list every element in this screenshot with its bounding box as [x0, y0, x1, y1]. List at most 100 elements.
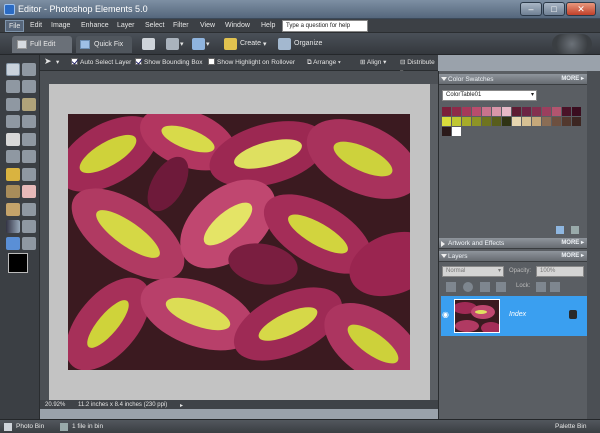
menu-layer[interactable]: Layer — [114, 20, 138, 32]
color-swatch[interactable] — [452, 127, 461, 136]
delete-layer-icon[interactable] — [480, 282, 490, 292]
color-swatch[interactable] — [532, 117, 541, 126]
adjustment-layer-icon[interactable] — [463, 282, 473, 292]
close-button[interactable]: ✕ — [566, 2, 596, 16]
color-swatch[interactable] — [502, 107, 511, 116]
create-dropdown-icon[interactable]: ▾ — [263, 40, 267, 48]
organize-button[interactable]: Organize — [294, 40, 322, 47]
visibility-eye-icon[interactable]: ◉ — [442, 310, 449, 319]
hand-tool-icon[interactable] — [6, 80, 20, 93]
show-bounding-box-checkbox[interactable]: Show Bounding Box — [135, 57, 203, 68]
menu-view[interactable]: View — [197, 20, 218, 32]
color-swatch[interactable] — [472, 117, 481, 126]
shape-tool-icon[interactable] — [22, 237, 36, 250]
clone-stamp-tool-icon[interactable] — [6, 185, 20, 198]
zoom-tool-icon[interactable] — [22, 63, 36, 76]
photo-bin-button[interactable]: Photo Bin — [16, 423, 44, 430]
photo-bin-icon[interactable] — [4, 423, 12, 431]
color-swatch[interactable] — [542, 117, 551, 126]
minimize-button[interactable]: – — [520, 2, 542, 16]
color-swatch[interactable] — [552, 107, 561, 116]
color-swatch[interactable] — [472, 107, 481, 116]
color-swatch[interactable] — [452, 107, 461, 116]
menu-window[interactable]: Window — [222, 20, 253, 32]
distribute-button[interactable]: ⊟ Distribute ▾ — [400, 58, 438, 76]
lock-transparency-icon[interactable] — [536, 282, 546, 292]
color-swatches-more-button[interactable]: MORE ▸ — [561, 74, 584, 85]
menu-edit[interactable]: Edit — [27, 20, 45, 32]
color-swatch[interactable] — [572, 107, 581, 116]
color-swatch[interactable] — [492, 117, 501, 126]
share-dropdown-icon[interactable]: ▾ — [180, 40, 184, 48]
document-dimensions[interactable]: 11.2 inches x 8.4 inches (230 ppi) — [78, 402, 167, 408]
menu-help[interactable]: Help — [258, 20, 278, 32]
smart-brush-tool-icon[interactable] — [22, 203, 36, 216]
red-eye-tool-icon[interactable] — [6, 168, 20, 181]
color-swatch[interactable] — [462, 107, 471, 116]
show-highlight-checkbox[interactable]: Show Highlight on Rollover — [208, 57, 295, 68]
straighten-tool-icon[interactable] — [22, 150, 36, 163]
eyedropper-tool-icon[interactable] — [22, 80, 36, 93]
layers-header[interactable]: Layers MORE ▸ — [439, 251, 587, 262]
color-swatch[interactable] — [462, 117, 471, 126]
paint-bucket-tool-icon[interactable] — [22, 220, 36, 233]
magic-wand-tool-icon[interactable] — [6, 115, 20, 128]
color-swatch[interactable] — [492, 107, 501, 116]
color-swatch[interactable] — [502, 117, 511, 126]
bin-options-icon[interactable] — [60, 423, 68, 431]
auto-select-layer-checkbox[interactable]: Auto Select Layer — [71, 57, 131, 68]
delete-swatch-icon[interactable] — [571, 226, 579, 234]
menu-enhance[interactable]: Enhance — [78, 20, 112, 32]
opacity-field[interactable]: 100% — [536, 266, 584, 277]
color-swatch[interactable] — [512, 117, 521, 126]
brush-tool-icon[interactable] — [6, 203, 20, 216]
artwork-more-button[interactable]: MORE ▸ — [561, 238, 584, 249]
share-icon[interactable] — [166, 38, 179, 50]
color-swatch[interactable] — [562, 107, 571, 116]
menu-file[interactable]: File — [5, 20, 25, 32]
color-swatch[interactable] — [562, 117, 571, 126]
move-tool-icon[interactable] — [6, 63, 20, 76]
color-swatch[interactable] — [512, 107, 521, 116]
new-swatch-icon[interactable] — [556, 226, 564, 234]
vertical-scrollbar[interactable] — [430, 84, 438, 400]
foreground-color-swatch[interactable] — [8, 253, 28, 273]
maximize-button[interactable]: □ — [543, 2, 565, 16]
color-swatches-header[interactable]: Color Swatches MORE ▸ — [439, 74, 587, 85]
selection-brush-tool-icon[interactable] — [22, 115, 36, 128]
lock-all-icon[interactable] — [550, 282, 560, 292]
order-prints-icon[interactable] — [192, 38, 205, 50]
healing-brush-tool-icon[interactable] — [22, 168, 36, 181]
print-icon[interactable] — [142, 38, 155, 50]
menu-image[interactable]: Image — [48, 20, 73, 32]
layer-row-index[interactable]: ◉ Index — [441, 296, 587, 336]
link-layers-icon[interactable] — [496, 282, 506, 292]
menu-filter[interactable]: Filter — [170, 20, 192, 32]
help-search-input[interactable]: Type a question for help — [282, 20, 368, 32]
status-menu-arrow-icon[interactable]: ▸ — [180, 402, 183, 409]
quick-fix-tab[interactable]: Quick Fix — [76, 36, 132, 53]
tool-options-dropdown-icon[interactable]: ▾ — [56, 58, 59, 68]
crop-tool-icon[interactable] — [22, 133, 36, 146]
layer-name[interactable]: Index — [509, 311, 526, 318]
blend-mode-select[interactable]: Normal ▾ — [442, 266, 504, 277]
color-swatch[interactable] — [552, 117, 561, 126]
color-swatch[interactable] — [442, 117, 451, 126]
color-swatch[interactable] — [482, 107, 491, 116]
color-swatch[interactable] — [532, 107, 541, 116]
color-swatch[interactable] — [522, 107, 531, 116]
order-dropdown-icon[interactable]: ▾ — [206, 40, 210, 48]
color-swatch[interactable] — [442, 127, 451, 136]
full-edit-tab[interactable]: Full Edit — [12, 36, 72, 53]
palette-bin-button[interactable]: Palette Bin — [555, 423, 586, 430]
artwork-effects-header[interactable]: Artwork and Effects MORE ▸ — [439, 238, 587, 249]
type-tool-icon[interactable] — [6, 133, 20, 146]
create-button[interactable]: Create — [240, 40, 261, 47]
color-swatch[interactable] — [482, 117, 491, 126]
blur-tool-icon[interactable] — [6, 237, 20, 250]
menu-select[interactable]: Select — [142, 20, 167, 32]
align-button[interactable]: ⊞ Align ▾ — [360, 58, 386, 68]
eraser-tool-icon[interactable] — [22, 185, 36, 198]
color-table-select[interactable]: ColorTable01 ▾ — [442, 90, 537, 101]
color-swatch[interactable] — [542, 107, 551, 116]
